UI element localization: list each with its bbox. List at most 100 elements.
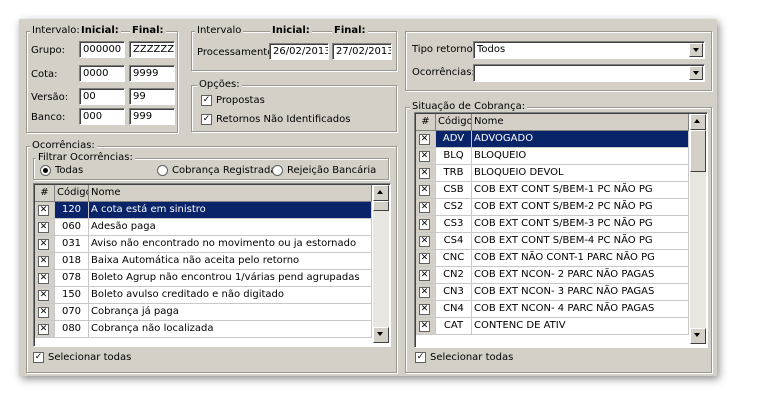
ocorrencias-select-all-checkbox[interactable]: ✓ [33, 352, 44, 363]
row-checkbox[interactable]: ✕ [419, 151, 430, 162]
row-checkbox[interactable]: ✕ [38, 205, 49, 216]
scroll-up-button[interactable] [373, 185, 389, 201]
chevron-down-icon[interactable] [689, 66, 703, 80]
radio-todas[interactable] [40, 165, 51, 176]
col-codigo[interactable]: Código [55, 185, 89, 202]
row-checkbox[interactable]: ✕ [419, 270, 430, 281]
ocorrencias-select[interactable] [473, 64, 705, 82]
row-checkbox[interactable]: ✕ [419, 202, 430, 213]
row-name: COB EXT CONT S/BEM-4 PC NÃO PG [472, 233, 689, 250]
row-checkbox[interactable]: ✕ [419, 253, 430, 264]
retornos-checkbox[interactable]: ✓ [201, 114, 212, 125]
banco-inicial-input[interactable]: 000 [79, 108, 125, 125]
row-code: 078 [55, 270, 89, 287]
row-checkbox[interactable]: ✕ [419, 185, 430, 196]
situacao-scrollbar[interactable] [690, 114, 706, 344]
processamento-final-input[interactable]: 27/02/2013 [332, 43, 392, 60]
row-checkbox[interactable]: ✕ [419, 321, 430, 332]
row-code: 018 [55, 253, 89, 270]
row-checkbox[interactable]: ✕ [419, 168, 430, 179]
row-checkbox[interactable]: ✕ [38, 256, 49, 267]
row-checkbox[interactable]: ✕ [419, 219, 430, 230]
table-row[interactable]: ✕ 060 Adesão paga [35, 219, 372, 236]
situacao-legend: Situação de Cobrança: [410, 101, 528, 112]
cota-label: Cota: [31, 69, 58, 80]
table-row[interactable]: ✕ CS3 COB EXT CONT S/BEM-3 PC NÃO PG [416, 216, 689, 233]
table-row[interactable]: ✕ CS4 COB EXT CONT S/BEM-4 PC NÃO PG [416, 233, 689, 250]
chevron-down-icon[interactable] [689, 43, 703, 57]
row-checkbox[interactable]: ✕ [419, 134, 430, 145]
table-row[interactable]: ✕ ADV ADVOGADO [416, 131, 689, 148]
row-checkbox[interactable]: ✕ [419, 236, 430, 247]
row-name: Boleto avulso creditado e não digitado [89, 287, 372, 304]
radio-rejeicao-bancaria[interactable] [272, 165, 283, 176]
grupo-final-input[interactable]: ZZZZZZ [129, 41, 175, 58]
versao-final-input[interactable]: 99 [129, 88, 175, 105]
situacao-select-all-checkbox[interactable]: ✓ [415, 352, 426, 363]
situacao-select-all-label: Selecionar todas [430, 352, 514, 363]
col-hash[interactable]: # [416, 114, 436, 131]
row-checkbox[interactable]: ✕ [38, 222, 49, 233]
processamento-label: Processamento: [197, 47, 277, 58]
propostas-checkbox[interactable]: ✓ [201, 95, 212, 106]
table-row[interactable]: ✕ CAT CONTENC DE ATIV [416, 318, 689, 335]
filtrar-legend: Filtrar Ocorrências: [36, 152, 135, 163]
table-row[interactable]: ✕ 078 Boleto Agrup não encontrou 1/vária… [35, 270, 372, 287]
row-name: COB EXT NCON- 3 PARC NÃO PAGAS [472, 284, 689, 301]
table-row[interactable]: ✕ 018 Baixa Automática não aceita pelo r… [35, 253, 372, 270]
row-name: ADVOGADO [472, 131, 689, 148]
table-row[interactable]: ✕ CSB COB EXT CONT S/BEM-1 PC NÃO PG [416, 182, 689, 199]
scroll-up-button[interactable] [690, 114, 706, 130]
row-checkbox[interactable]: ✕ [419, 304, 430, 315]
table-row[interactable]: ✕ CNC COB EXT NÃO CONT-1 PARC NÃO PG [416, 250, 689, 267]
row-code: CNC [436, 250, 472, 267]
situacao-table[interactable]: # Código Nome ✕ ADV ADVOGADO ✕ BLQ BLOQU… [414, 112, 708, 348]
table-row[interactable]: ✕ 150 Boleto avulso creditado e não digi… [35, 287, 372, 304]
versao-inicial-input[interactable]: 00 [79, 88, 125, 105]
table-row[interactable]: ✕ 080 Cobrança não localizada [35, 321, 372, 338]
table-row[interactable]: ✕ 031 Aviso não encontrado no movimento … [35, 236, 372, 253]
row-name: COB EXT NÃO CONT-1 PARC NÃO PG [472, 250, 689, 267]
processamento-inicial-input[interactable]: 26/02/2013 [269, 43, 329, 60]
col-nome[interactable]: Nome [89, 185, 372, 202]
ocorrencias-table-header: # Código Nome [35, 185, 372, 202]
table-row[interactable]: ✕ CN2 COB EXT NCON- 2 PARC NÃO PAGAS [416, 267, 689, 284]
row-checkbox[interactable]: ✕ [419, 287, 430, 298]
row-name: A cota está em sinistro [89, 202, 372, 219]
row-checkbox[interactable]: ✕ [38, 273, 49, 284]
tipo-retorno-value: Todos [477, 44, 506, 55]
scroll-thumb[interactable] [373, 201, 389, 211]
banco-label: Banco: [31, 112, 66, 123]
radio-rejeicao-bancaria-label: Rejeição Bancária [287, 165, 377, 176]
table-row[interactable]: ✕ CS2 COB EXT CONT S/BEM-2 PC NÃO PG [416, 199, 689, 216]
ocorrencias-table[interactable]: # Código Nome ✕ 120 A cota está em sinis… [33, 183, 391, 347]
table-row[interactable]: ✕ CN4 COB EXT NCON- 4 PARC NÃO PAGAS [416, 301, 689, 318]
col-hash[interactable]: # [35, 185, 55, 202]
row-code: TRB [436, 165, 472, 182]
cota-final-input[interactable]: 9999 [129, 65, 175, 82]
row-checkbox[interactable]: ✕ [38, 324, 49, 335]
row-code: CAT [436, 318, 472, 335]
col-codigo[interactable]: Código [436, 114, 472, 131]
tipo-retorno-select[interactable]: Todos [473, 41, 705, 59]
ocorrencias-scrollbar[interactable] [373, 185, 389, 343]
table-row[interactable]: ✕ CN3 COB EXT NCON- 3 PARC NÃO PAGAS [416, 284, 689, 301]
banco-final-input[interactable]: 999 [129, 108, 175, 125]
grupo-inicial-input[interactable]: 000000 [79, 41, 125, 58]
row-code: CN3 [436, 284, 472, 301]
scroll-down-button[interactable] [690, 328, 706, 344]
row-checkbox[interactable]: ✕ [38, 239, 49, 250]
row-checkbox[interactable]: ✕ [38, 307, 49, 318]
scroll-thumb[interactable] [690, 130, 706, 172]
scroll-down-button[interactable] [373, 327, 389, 343]
cota-inicial-input[interactable]: 0000 [79, 65, 125, 82]
row-checkbox[interactable]: ✕ [38, 290, 49, 301]
table-row[interactable]: ✕ 070 Cobrança já paga [35, 304, 372, 321]
versao-label: Versão: [31, 92, 69, 103]
table-row[interactable]: ✕ BLQ BLOQUEIO [416, 148, 689, 165]
table-row[interactable]: ✕ 120 A cota está em sinistro [35, 202, 372, 219]
row-name: BLOQUEIO [472, 148, 689, 165]
radio-cobranca-registrada[interactable] [157, 165, 168, 176]
col-nome[interactable]: Nome [472, 114, 689, 131]
table-row[interactable]: ✕ TRB BLOQUEIO DEVOL [416, 165, 689, 182]
